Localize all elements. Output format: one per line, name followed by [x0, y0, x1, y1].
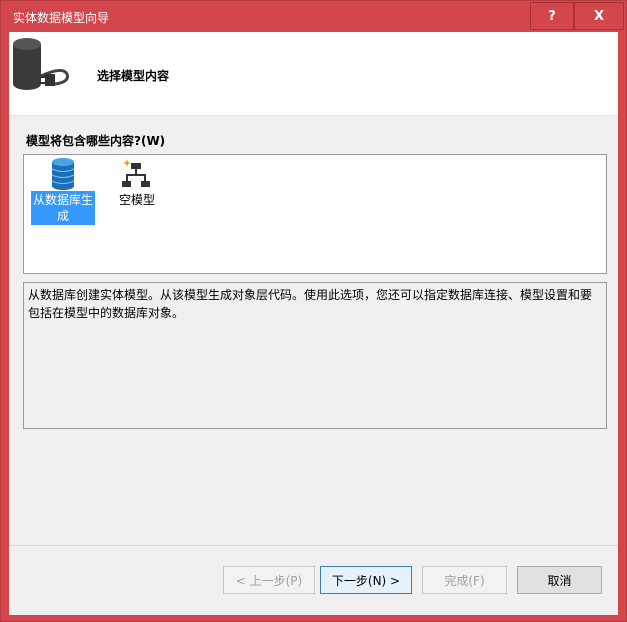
- finish-button[interactable]: 完成(F): [422, 566, 507, 594]
- window-title: 实体数据模型向导: [13, 11, 110, 25]
- help-button[interactable]: ?: [530, 2, 574, 30]
- option-label: 空模型: [118, 193, 155, 207]
- dialog-body: 选择模型内容 模型将包含哪些内容?(W) 从数据库生成 空模型 从数据库创建实体…: [9, 32, 618, 615]
- cancel-button[interactable]: 取消: [517, 566, 602, 594]
- option-label: 从数据库生成: [31, 191, 95, 225]
- model-content-label: 模型将包含哪些内容?(W): [26, 134, 166, 148]
- database-icon: [51, 158, 75, 190]
- page-title: 选择模型内容: [97, 69, 170, 83]
- option-generate-from-database[interactable]: 从数据库生成: [30, 157, 96, 229]
- wizard-window: 实体数据模型向导 ? X 选择模型内容 模型将包含哪些内容?(W) 从数据库生成…: [0, 0, 627, 622]
- model-content-list[interactable]: 从数据库生成 空模型: [23, 154, 607, 274]
- database-plug-icon: [13, 38, 69, 90]
- wizard-header: 选择模型内容: [9, 32, 618, 116]
- back-button[interactable]: < 上一步(P): [223, 566, 315, 594]
- option-empty-model[interactable]: 空模型: [104, 157, 170, 229]
- next-button[interactable]: 下一步(N) >: [320, 566, 412, 594]
- option-description: 从数据库创建实体模型。从该模型生成对象层代码。使用此选项，您还可以指定数据库连接…: [23, 282, 607, 429]
- title-bar[interactable]: 实体数据模型向导 ? X: [1, 1, 626, 31]
- empty-model-icon: [122, 159, 150, 187]
- divider: [9, 545, 618, 546]
- close-button[interactable]: X: [574, 2, 624, 30]
